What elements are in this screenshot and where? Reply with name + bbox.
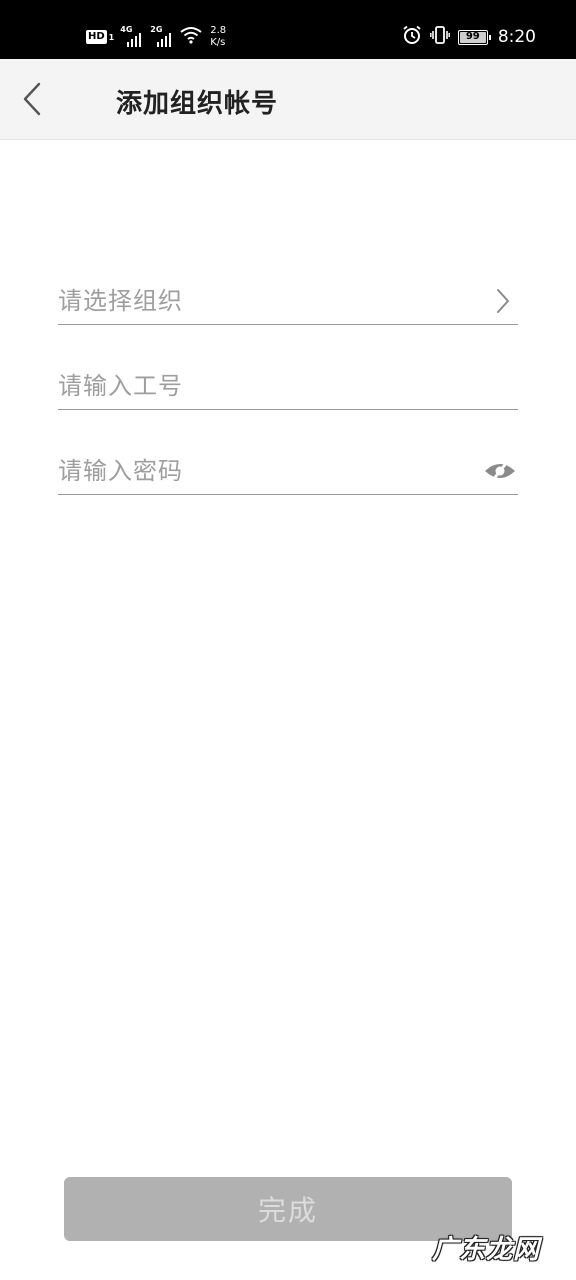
org-select-field[interactable]: 请选择组织 [58, 275, 518, 325]
eye-hidden-icon[interactable] [482, 456, 518, 486]
password-field[interactable]: 请输入密码 [58, 445, 518, 495]
battery-level: 99 [465, 31, 480, 42]
password-placeholder: 请输入密码 [58, 457, 183, 485]
wifi-icon [180, 26, 202, 48]
network-speed-value: 2.8 [210, 25, 227, 36]
employee-id-field[interactable]: 请输入工号 [58, 360, 518, 410]
employee-id-placeholder: 请输入工号 [58, 372, 183, 400]
status-bar: HD 1 4G 2G 2.8 K/s 99 8:20 [0, 0, 576, 59]
network-speed-unit: K/s [210, 37, 226, 48]
network-speed: 2.8 K/s [210, 25, 226, 49]
alarm-icon [402, 25, 422, 49]
org-select-placeholder: 请选择组织 [58, 287, 183, 315]
signal-icon-sim1: 4G [120, 25, 144, 47]
page-title: 添加组织帐号 [116, 89, 279, 119]
hd-sim-number: 1 [108, 32, 115, 42]
vibrate-icon [429, 25, 450, 49]
back-button[interactable] [12, 77, 52, 121]
battery-icon: 99 [457, 29, 491, 45]
status-bar-right: 99 8:20 [402, 25, 536, 49]
watermark-text: 广东龙网 [431, 1235, 540, 1265]
signal-icon-sim2: 2G [150, 25, 174, 47]
chevron-right-icon [488, 286, 518, 316]
status-bar-left: HD 1 4G 2G 2.8 K/s [86, 22, 226, 52]
app-header: 添加组织帐号 [0, 59, 576, 140]
hd-badge: HD [86, 30, 107, 44]
clock: 8:20 [497, 27, 536, 47]
chevron-left-icon [23, 82, 41, 116]
